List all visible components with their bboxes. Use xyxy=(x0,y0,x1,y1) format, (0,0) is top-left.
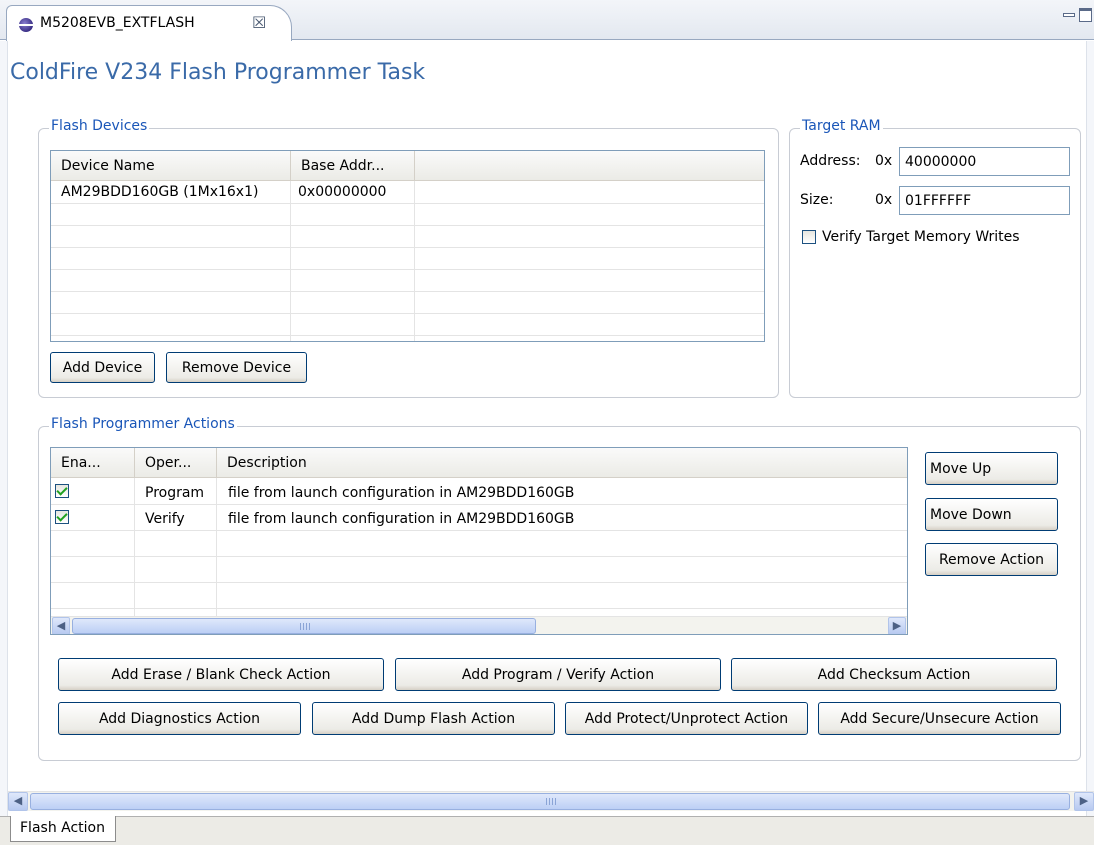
remove-action-button[interactable]: Remove Action xyxy=(925,543,1058,576)
target-ram-group-title: Target RAM xyxy=(800,118,883,134)
add-secure-unsecure-action-button[interactable]: Add Secure/Unsecure Action xyxy=(818,702,1061,735)
row-divider xyxy=(51,556,907,557)
size-prefix: 0x xyxy=(875,192,893,208)
move-down-button[interactable]: Move Down xyxy=(925,498,1058,531)
scrollbar-thumb[interactable] xyxy=(30,793,1070,810)
column-header-base-addr[interactable]: Base Addr... xyxy=(291,151,415,181)
row-divider xyxy=(51,335,764,336)
row-divider xyxy=(51,291,764,292)
device-name-cell[interactable]: AM29BDD160GB (1Mx16x1) xyxy=(61,184,258,200)
table-header: Device Name Base Addr... xyxy=(51,151,764,181)
base-addr-cell[interactable]: 0x00000000 xyxy=(298,184,386,200)
column-header-description[interactable]: Description xyxy=(217,448,907,478)
add-dump-flash-action-button[interactable]: Add Dump Flash Action xyxy=(312,702,555,735)
add-device-button[interactable]: Add Device xyxy=(50,352,155,383)
verify-target-memory-writes-checkbox[interactable] xyxy=(802,230,816,244)
row-divider xyxy=(51,269,764,270)
actions-table[interactable]: Ena... Oper... Description Program file … xyxy=(50,447,908,635)
row-divider xyxy=(51,313,764,314)
description-cell[interactable]: file from launch configuration in AM29BD… xyxy=(228,511,574,527)
address-prefix: 0x xyxy=(875,153,893,169)
add-protect-unprotect-action-button[interactable]: Add Protect/Unprotect Action xyxy=(565,702,808,735)
scroll-left-icon[interactable]: ◀ xyxy=(8,792,28,811)
column-divider xyxy=(414,181,415,341)
column-header-operation[interactable]: Oper... xyxy=(135,448,217,478)
description-cell[interactable]: file from launch configuration in AM29BD… xyxy=(228,485,574,501)
column-divider xyxy=(216,478,217,618)
add-diagnostics-action-button[interactable]: Add Diagnostics Action xyxy=(58,702,301,735)
address-input[interactable] xyxy=(899,147,1070,176)
address-label: Address: xyxy=(800,153,861,169)
scroll-left-icon[interactable]: ◀ xyxy=(52,617,70,634)
row-divider xyxy=(51,530,907,531)
close-icon[interactable]: ☒ xyxy=(252,13,266,32)
operation-cell[interactable]: Program xyxy=(145,485,204,501)
row-divider xyxy=(51,247,764,248)
row-divider xyxy=(51,225,764,226)
tab-flash-action[interactable]: Flash Action xyxy=(10,816,116,842)
scrollbar-thumb[interactable] xyxy=(72,618,536,634)
editor-horizontal-scrollbar[interactable]: ◀ ▶ xyxy=(8,791,1094,811)
row-enabled-checkbox[interactable] xyxy=(55,484,69,498)
maximize-icon[interactable] xyxy=(1079,8,1092,22)
add-erase-blank-check-action-button[interactable]: Add Erase / Blank Check Action xyxy=(58,658,384,691)
column-header-enabled[interactable]: Ena... xyxy=(51,448,135,478)
add-program-verify-action-button[interactable]: Add Program / Verify Action xyxy=(395,658,721,691)
row-enabled-checkbox[interactable] xyxy=(55,510,69,524)
editor-tab-bar: M5208EVB_EXTFLASH ☒ xyxy=(0,0,1094,41)
table-header: Ena... Oper... Description xyxy=(51,448,907,478)
scroll-right-icon[interactable]: ▶ xyxy=(888,617,906,634)
minimize-icon[interactable] xyxy=(1063,13,1075,17)
page-tabs-bar xyxy=(0,816,1094,845)
actions-table-horizontal-scrollbar[interactable]: ◀ ▶ xyxy=(51,616,907,634)
editor-tab-title: M5208EVB_EXTFLASH xyxy=(40,15,195,31)
row-divider xyxy=(51,203,764,204)
scrollbar-grip xyxy=(546,798,556,805)
row-divider xyxy=(51,608,907,609)
flash-devices-group-title: Flash Devices xyxy=(49,118,150,134)
page-title: ColdFire V234 Flash Programmer Task xyxy=(10,60,426,85)
column-divider xyxy=(134,478,135,618)
row-divider xyxy=(51,582,907,583)
row-divider xyxy=(51,504,907,505)
remove-device-button[interactable]: Remove Device xyxy=(166,352,307,383)
column-header-device-name[interactable]: Device Name xyxy=(51,151,291,181)
verify-target-memory-writes-label[interactable]: Verify Target Memory Writes xyxy=(822,229,1020,245)
editor-tab[interactable]: M5208EVB_EXTFLASH ☒ xyxy=(6,5,292,41)
add-checksum-action-button[interactable]: Add Checksum Action xyxy=(731,658,1057,691)
right-edge xyxy=(1086,41,1094,816)
column-divider xyxy=(290,181,291,341)
size-input[interactable] xyxy=(899,186,1070,215)
scroll-right-icon[interactable]: ▶ xyxy=(1074,792,1094,811)
scrollbar-grip xyxy=(300,623,310,630)
flash-programmer-actions-group-title: Flash Programmer Actions xyxy=(49,416,237,432)
task-icon xyxy=(19,18,33,32)
size-label: Size: xyxy=(800,192,834,208)
left-edge xyxy=(0,41,8,816)
move-up-button[interactable]: Move Up xyxy=(925,452,1058,485)
operation-cell[interactable]: Verify xyxy=(145,511,185,527)
flash-devices-table[interactable]: Device Name Base Addr... AM29BDD160GB (1… xyxy=(50,150,765,342)
